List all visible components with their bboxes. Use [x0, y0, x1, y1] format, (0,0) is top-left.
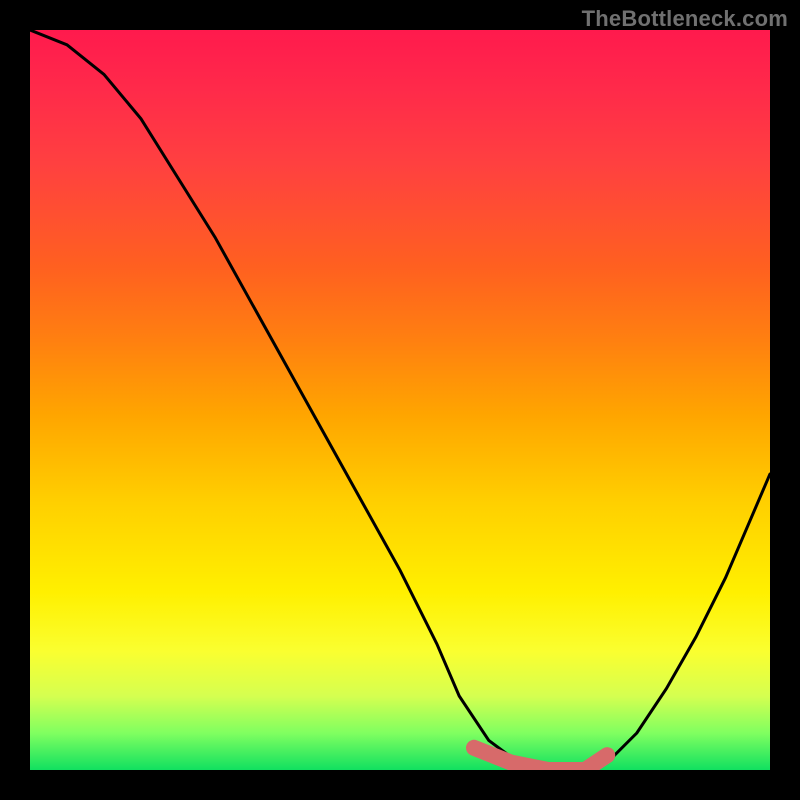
- curve-layer: [30, 30, 770, 770]
- watermark-text: TheBottleneck.com: [582, 6, 788, 32]
- min-highlight-curve: [474, 748, 607, 770]
- plot-area: [30, 30, 770, 770]
- chart-frame: TheBottleneck.com: [0, 0, 800, 800]
- bottleneck-curve: [30, 30, 770, 770]
